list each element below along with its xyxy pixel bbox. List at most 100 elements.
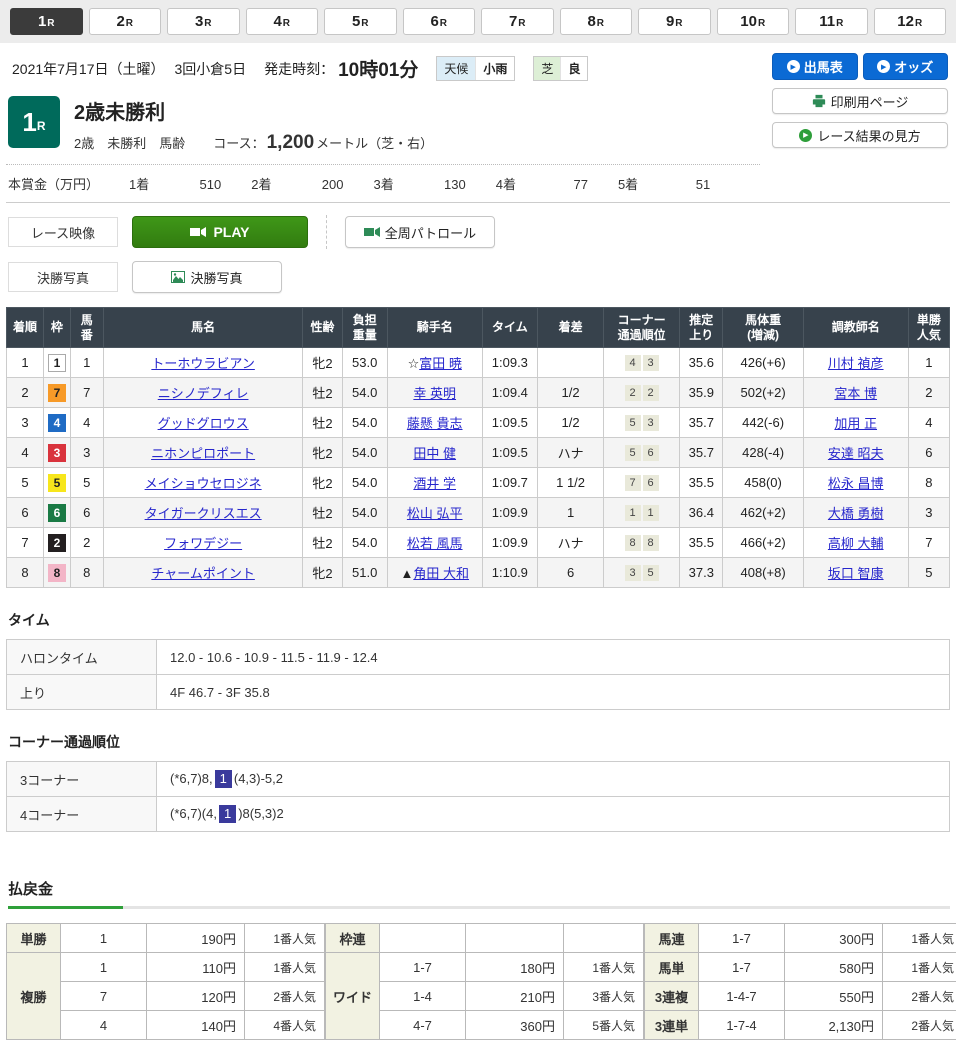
turf-condition-value: 良 xyxy=(560,57,587,80)
trainer-cell: 安達 昭夫 xyxy=(803,438,908,468)
result-row: 888チャームポイント牝251.0▲角田 大和1:10.963537.3408(… xyxy=(7,558,950,588)
horse-name-link[interactable]: ニホンピロポート xyxy=(151,446,255,461)
race-tab-9r[interactable]: 9R xyxy=(638,8,711,35)
margin xyxy=(538,348,604,378)
video-camera-icon xyxy=(190,226,206,238)
arrow-circle-green-icon: ▶ xyxy=(799,129,812,142)
race-tab-4r[interactable]: 4R xyxy=(246,8,319,35)
payout-amount: 140円 xyxy=(147,1011,245,1040)
race-tab-number: 11 xyxy=(819,13,835,30)
horse-name-link[interactable]: メイショウセロジネ xyxy=(145,476,262,491)
prize-amount: 51 xyxy=(638,177,710,192)
payout-title-text: 払戻金 xyxy=(8,874,123,909)
race-tab-suffix: R xyxy=(47,18,54,29)
jockey-link[interactable]: 酒井 学 xyxy=(413,476,456,491)
payout-combination: 1 xyxy=(61,953,147,982)
print-page-button[interactable]: 印刷用ページ xyxy=(772,88,948,114)
horse-name-link[interactable]: タイガークリスエス xyxy=(145,506,262,521)
payout-amount: 2,130円 xyxy=(785,1011,883,1040)
jockey-link[interactable]: 松若 風馬 xyxy=(407,536,463,551)
horse-number: 4 xyxy=(70,408,103,438)
divider xyxy=(6,202,950,203)
horse-number: 1 xyxy=(70,348,103,378)
weather-badge: 天候 小雨 xyxy=(436,56,515,81)
body-weight: 442(-6) xyxy=(723,408,803,438)
jockey-link[interactable]: 角田 大和 xyxy=(413,566,469,581)
race-tab-number: 2 xyxy=(116,13,124,30)
payout-bet-type: 馬単 xyxy=(645,953,699,982)
horse-name-cell: グッドグロウス xyxy=(103,408,303,438)
patrol-video-button[interactable]: 全周パトロール xyxy=(345,216,495,248)
sex-age: 牡2 xyxy=(303,378,342,408)
race-tab-5r[interactable]: 5R xyxy=(324,8,397,35)
race-tab-1r[interactable]: 1R xyxy=(10,8,83,35)
jockey-link[interactable]: 田中 健 xyxy=(413,446,456,461)
race-tab-3r[interactable]: 3R xyxy=(167,8,240,35)
payout-bet-type: 複勝 xyxy=(7,953,61,1040)
payout-combination: 1-7 xyxy=(699,924,785,953)
race-meeting: 3回小倉5日 xyxy=(175,59,247,79)
order-text: (*6,7)8, xyxy=(170,771,213,786)
prize-items: 1着5102着2003着1304着775着51 xyxy=(99,174,710,193)
jockey-cell: ☆富田 暁 xyxy=(387,348,482,378)
race-tab-11r[interactable]: 11R xyxy=(795,8,868,35)
finish-photo-button[interactable]: 決勝写真 xyxy=(132,261,282,293)
race-tab-7r[interactable]: 7R xyxy=(481,8,554,35)
race-tab-12r[interactable]: 12R xyxy=(874,8,947,35)
finish-time: 1:09.9 xyxy=(482,498,538,528)
payout-combination: 1-4-7 xyxy=(699,982,785,1011)
finish-position: 8 xyxy=(7,558,44,588)
payout-combination: 7 xyxy=(61,982,147,1011)
race-tab-2r[interactable]: 2R xyxy=(89,8,162,35)
row-value: (*6,7)8,1(4,3)-5,2 xyxy=(157,762,950,797)
odds-button[interactable]: ▶ オッズ xyxy=(863,53,949,80)
horse-name-link[interactable]: グッドグロウス xyxy=(158,416,249,431)
jockey-link[interactable]: 藤懸 貴志 xyxy=(407,416,463,431)
jockey-cell: 酒井 学 xyxy=(387,468,482,498)
result-row: 722フォワデジー牡254.0松若 風馬1:09.9ハナ8835.5466(+2… xyxy=(7,528,950,558)
waku-badge: 3 xyxy=(48,444,66,462)
results-guide-button[interactable]: ▶ レース結果の見方 xyxy=(772,122,948,148)
play-button[interactable]: PLAY xyxy=(132,216,308,248)
race-tab-6r[interactable]: 6R xyxy=(403,8,476,35)
payout-combination: 1-7-4 xyxy=(699,1011,785,1040)
race-tab-10r[interactable]: 10R xyxy=(717,8,790,35)
trainer-link[interactable]: 松永 昌博 xyxy=(828,476,884,491)
payout-popularity: 1番人気 xyxy=(245,953,325,982)
jockey-link[interactable]: 富田 暁 xyxy=(419,356,462,371)
race-tab-8r[interactable]: 8R xyxy=(560,8,633,35)
sex-age: 牡2 xyxy=(303,528,342,558)
race-tab-suffix: R xyxy=(126,18,133,29)
horse-name-link[interactable]: チャームポイント xyxy=(151,566,254,581)
trainer-link[interactable]: 加用 正 xyxy=(834,416,877,431)
start-time-value: 10時01分 xyxy=(338,55,418,82)
jockey-cell: 松山 弘平 xyxy=(387,498,482,528)
jockey-link[interactable]: 幸 英明 xyxy=(413,386,456,401)
trainer-link[interactable]: 坂口 智康 xyxy=(828,566,884,581)
carried-weight: 51.0 xyxy=(342,558,387,588)
trainer-link[interactable]: 安達 昭夫 xyxy=(828,446,884,461)
payout-bet-type: 単勝 xyxy=(7,924,61,953)
trainer-link[interactable]: 宮本 博 xyxy=(834,386,877,401)
payout-table: 単勝1190円1番人気複勝1110円1番人気7120円2番人気4140円4番人気… xyxy=(6,923,950,1040)
trainer-link[interactable]: 高柳 大輔 xyxy=(828,536,884,551)
race-video-label: レース映像 xyxy=(8,217,118,247)
margin: 1/2 xyxy=(538,408,604,438)
corner-position-badge: 5 xyxy=(625,415,641,431)
finish-position: 3 xyxy=(7,408,44,438)
horse-name-link[interactable]: フォワデジー xyxy=(164,536,242,551)
body-weight: 408(+8) xyxy=(723,558,803,588)
payout-popularity: 5番人気 xyxy=(564,1011,644,1040)
trainer-link[interactable]: 大橋 勇樹 xyxy=(828,506,884,521)
entry-table-button[interactable]: ▶ 出馬表 xyxy=(772,53,858,80)
prize-line: 本賞金（万円） 1着5102着2003着1304着775着51 xyxy=(6,165,950,202)
finish-photo-label: 決勝写真 xyxy=(8,262,118,292)
jockey-link[interactable]: 松山 弘平 xyxy=(407,506,463,521)
corner-position-badge: 1 xyxy=(643,505,659,521)
horse-name-link[interactable]: トーホウラビアン xyxy=(151,356,254,371)
horse-name-link[interactable]: ニシノデフィレ xyxy=(158,386,249,401)
prize-amount: 130 xyxy=(394,177,466,192)
start-time-label: 発走時刻： xyxy=(264,59,334,79)
column-header: タイム xyxy=(482,308,538,348)
trainer-link[interactable]: 川村 禎彦 xyxy=(828,356,884,371)
